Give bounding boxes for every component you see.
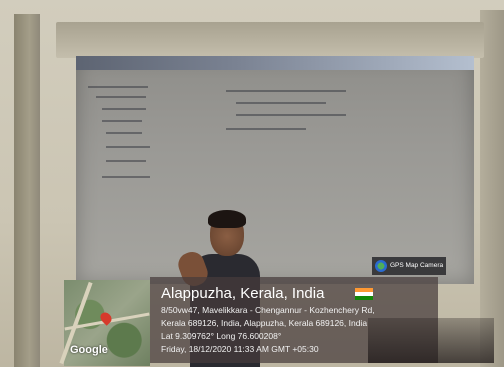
- screen-code-line: [88, 86, 148, 88]
- projection-screen: [76, 56, 474, 284]
- screen-code-line: [236, 102, 326, 104]
- address-line-1: 8/50vw47, Mavelikkara - Chengannur - Koz…: [161, 305, 375, 315]
- address-line-2: Kerala 689126, India, Alappuzha, Kerala …: [161, 318, 368, 328]
- gps-map-camera-icon: [375, 260, 387, 272]
- screen-code-line: [226, 90, 346, 92]
- screen-code-line: [96, 96, 146, 98]
- screen-code-line: [102, 108, 146, 110]
- screen-code-line: [106, 146, 150, 148]
- right-pillar: [480, 10, 504, 367]
- screen-code-line: [106, 132, 142, 134]
- photo-scene: GPS Map Camera Google Alappuzha, Kerala,…: [0, 0, 504, 367]
- india-flag-icon: [355, 288, 373, 300]
- coordinates: Lat 9.309762° Long 76.600208°: [161, 331, 282, 341]
- screen-title-bar: [76, 56, 474, 70]
- google-attribution: Google: [70, 344, 108, 356]
- projector-screen-housing: [56, 22, 484, 58]
- location-title: Alappuzha, Kerala, India: [161, 285, 325, 302]
- shadow-corner: [368, 318, 494, 363]
- screen-code-line: [226, 128, 306, 130]
- gps-badge-text: GPS Map Camera: [390, 262, 444, 269]
- screen-code-line: [102, 120, 142, 122]
- left-pillar: [14, 14, 40, 367]
- datetime: Friday, 18/12/2020 11:33 AM GMT +05:30: [161, 344, 319, 354]
- presenter-hair: [208, 210, 246, 228]
- screen-code-line: [236, 114, 346, 116]
- screen-code-line: [106, 160, 146, 162]
- screen-code-line: [102, 176, 150, 178]
